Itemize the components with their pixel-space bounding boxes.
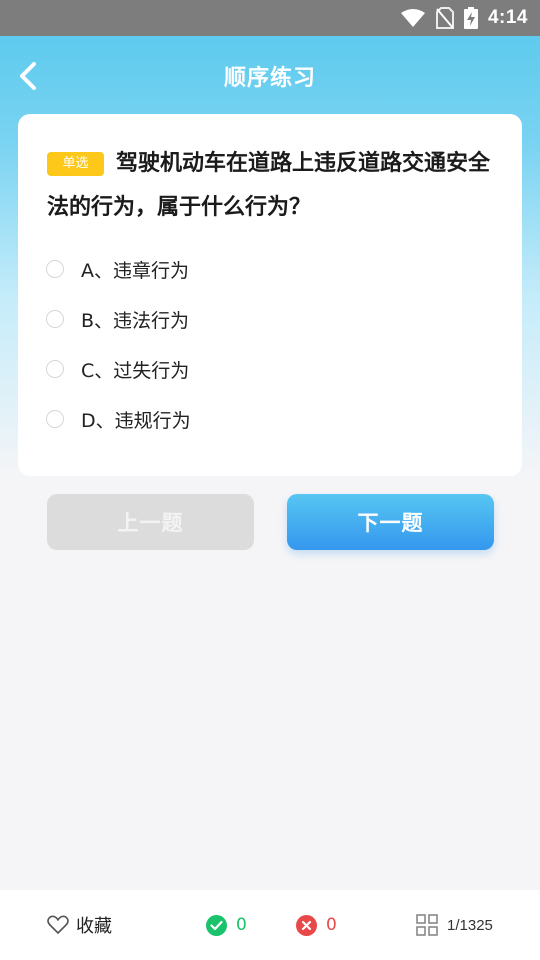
correct-count: 0 [206,890,247,960]
radio-icon [46,260,64,278]
battery-charging-icon [463,7,478,29]
radio-icon [46,410,64,428]
option-a-label: A、违章行为 [81,259,189,282]
status-time: 4:14 [487,7,528,28]
answer-sheet-grid-icon [416,914,438,936]
bottom-bar: 收藏 0 0 1/1325 [0,890,540,960]
question-text: 驾驶机动车在道路上违反道路交通安全法的行为，属于什么行为？ [47,151,491,220]
radio-icon [46,310,64,328]
radio-icon [46,360,64,378]
status-icons: 4:14 [400,6,528,30]
option-c-label: C、过失行为 [81,359,190,382]
previous-question-button[interactable]: 上一题 [47,494,254,550]
favorite-button[interactable]: 收藏 [47,890,112,960]
favorite-label: 收藏 [76,916,112,937]
no-sim-icon [435,7,454,29]
question-type-badge: 单选 [47,152,104,176]
option-d[interactable]: D、违规行为 [46,394,191,444]
option-c[interactable]: C、过失行为 [46,344,191,394]
progress-indicator: 1/1325 [447,916,493,934]
option-d-label: D、违规行为 [81,409,191,432]
correct-count-value: 0 [236,915,247,935]
option-b-label: B、违法行为 [81,309,190,332]
check-circle-icon [206,914,227,936]
option-a[interactable]: A、违章行为 [46,244,191,294]
question: 单选 驾驶机动车在道路上违反道路交通安全法的行为，属于什么行为？ [47,142,497,230]
wifi-icon [400,9,425,27]
status-bar: 4:14 [0,0,540,36]
next-question-button[interactable]: 下一题 [287,494,494,550]
question-card: 单选 驾驶机动车在道路上违反道路交通安全法的行为，属于什么行为？ A、违章行为 B… [18,114,522,476]
wrong-count-value: 0 [326,915,337,935]
options-list: A、违章行为 B、违法行为 C、过失行为 D、违规行为 [46,244,191,444]
heart-icon [47,915,69,934]
top-bar: 顺序练习 [0,36,540,116]
option-b[interactable]: B、违法行为 [46,294,191,344]
answer-sheet-button[interactable]: 1/1325 [416,890,493,960]
wrong-count: 0 [296,890,337,960]
cross-circle-icon [296,914,317,936]
page-title: 顺序练习 [223,66,316,91]
